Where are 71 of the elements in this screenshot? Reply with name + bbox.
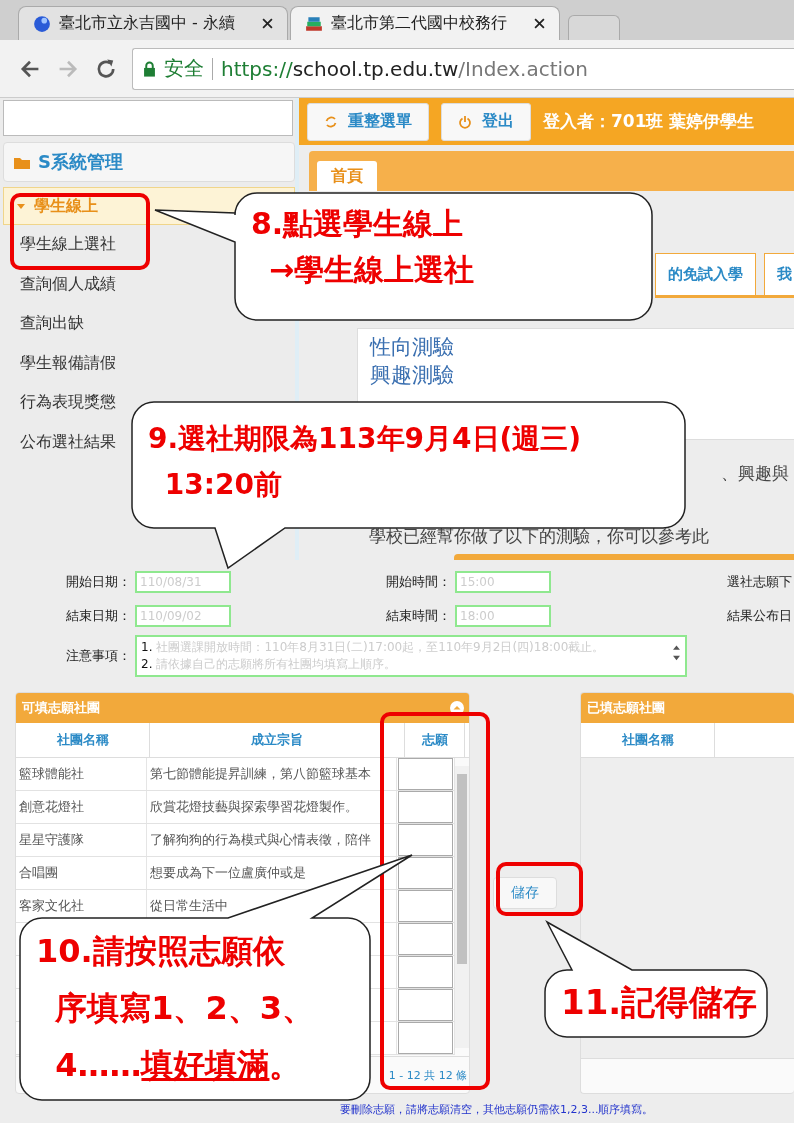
wish-input[interactable]: [398, 824, 454, 856]
tab[interactable]: 的免試入學: [655, 253, 756, 295]
intro-text: 、興趣與: [720, 462, 790, 485]
field-label: 結束日期：: [65, 607, 132, 625]
table-cell: 合唱團: [16, 857, 148, 889]
field-label: 結束時間：: [385, 607, 452, 625]
lock-icon: [143, 60, 156, 77]
menu-item[interactable]: 公布選社結果: [3, 422, 116, 462]
callout-text: 11.記得儲存: [561, 981, 758, 1024]
tab[interactable]: 首頁: [317, 161, 377, 191]
test-link[interactable]: 性向測驗: [370, 333, 454, 361]
security-label: 安全: [164, 55, 204, 82]
wish-input[interactable]: [398, 1022, 454, 1054]
collapse-icon[interactable]: [450, 701, 465, 715]
column-header[interactable]: 志願: [405, 723, 465, 757]
field-label: 開始時間：: [385, 573, 452, 591]
globe-icon: [33, 14, 51, 33]
field-label: 選社志願下: [727, 573, 793, 591]
save-button[interactable]: 儲存: [493, 877, 558, 909]
folder-icon: [14, 155, 30, 169]
column-header[interactable]: 成立宗旨: [150, 723, 405, 757]
field-label: 開始日期：: [65, 573, 132, 591]
table-cell: 了解狗狗的行為模式與心情表徵，陪伴: [147, 824, 397, 856]
logout-button[interactable]: 登出: [441, 102, 531, 141]
wish-input[interactable]: [398, 890, 454, 922]
search-field[interactable]: [3, 100, 293, 136]
menu-item[interactable]: 查詢出缺: [3, 304, 84, 344]
user-label: 登入者：701班 葉婷伊學生: [543, 110, 755, 133]
tab[interactable]: 我: [764, 253, 794, 295]
menu-item[interactable]: 學生線上選社: [3, 225, 116, 265]
table-cell: 創意花燈社: [16, 791, 148, 823]
power-icon: [458, 114, 472, 129]
menu-item[interactable]: 行為表現獎懲: [3, 383, 116, 423]
close-icon[interactable]: [534, 18, 545, 29]
field-label: 注意事項：: [65, 647, 132, 665]
column-header[interactable]: 社團名稱: [16, 723, 150, 757]
group-title: 學生線上: [34, 195, 98, 217]
section-title: S系統管理: [38, 150, 123, 174]
test-link[interactable]: 興趣測驗: [370, 361, 454, 389]
address-field[interactable]: 安全 https://school.tp.edu.tw/Index.action: [132, 47, 794, 90]
footer-note: 要刪除志願，請將志願清空，其他志願仍需依1,2,3...順序填寫。: [340, 1102, 655, 1117]
browser-tab[interactable]: 臺北市立永吉國中 - 永續: [18, 6, 288, 40]
wish-input[interactable]: [398, 956, 454, 988]
panel-title: 可填志願社團: [22, 699, 100, 717]
callout-text: 10.請按照志願依 序填寫1、2、3、 4……填好填滿。: [36, 931, 314, 1086]
browser-tab[interactable]: 臺北市第二代國中校務行: [290, 6, 560, 40]
table-cell: 星星守護隊: [16, 824, 148, 856]
table-cell: 第七節體能提昇訓練，第八節籃球基本: [147, 758, 397, 790]
wish-input[interactable]: [398, 989, 454, 1021]
panel-title: 已填志願社團: [587, 699, 666, 717]
wish-input[interactable]: [398, 758, 454, 790]
menu-item[interactable]: 查詢個人成績: [3, 264, 116, 304]
close-icon[interactable]: [262, 18, 273, 29]
table-cell: 籃球體能社: [16, 758, 148, 790]
menu-section-header[interactable]: S系統管理: [3, 142, 295, 182]
reload-menu-button[interactable]: 重整選單: [307, 102, 429, 141]
menu-item[interactable]: 學生報備請假: [3, 343, 116, 383]
url-text: https://school.tp.edu.tw/Index.action: [221, 56, 589, 81]
wish-input[interactable]: [398, 857, 454, 889]
callout-text: 9.選社期限為113年9月4日(週三) 13:20前: [148, 421, 582, 503]
scrollbar[interactable]: [455, 766, 470, 1048]
wish-input[interactable]: [398, 923, 454, 955]
refresh-icon: [324, 114, 338, 129]
table-cell: 欣賞花燈技藝與探索學習花燈製作。: [147, 791, 397, 823]
new-tab-button[interactable]: [568, 15, 620, 40]
pager-text: 1 - 12 共 12 條: [388, 1067, 468, 1083]
field-label: 結果公布日: [727, 607, 793, 625]
intro-text: 學校已經幫你做了以下的測驗，你可以參考此: [369, 525, 710, 548]
caret-icon: [16, 201, 26, 211]
books-icon: [305, 14, 323, 33]
wish-input[interactable]: [398, 791, 454, 823]
